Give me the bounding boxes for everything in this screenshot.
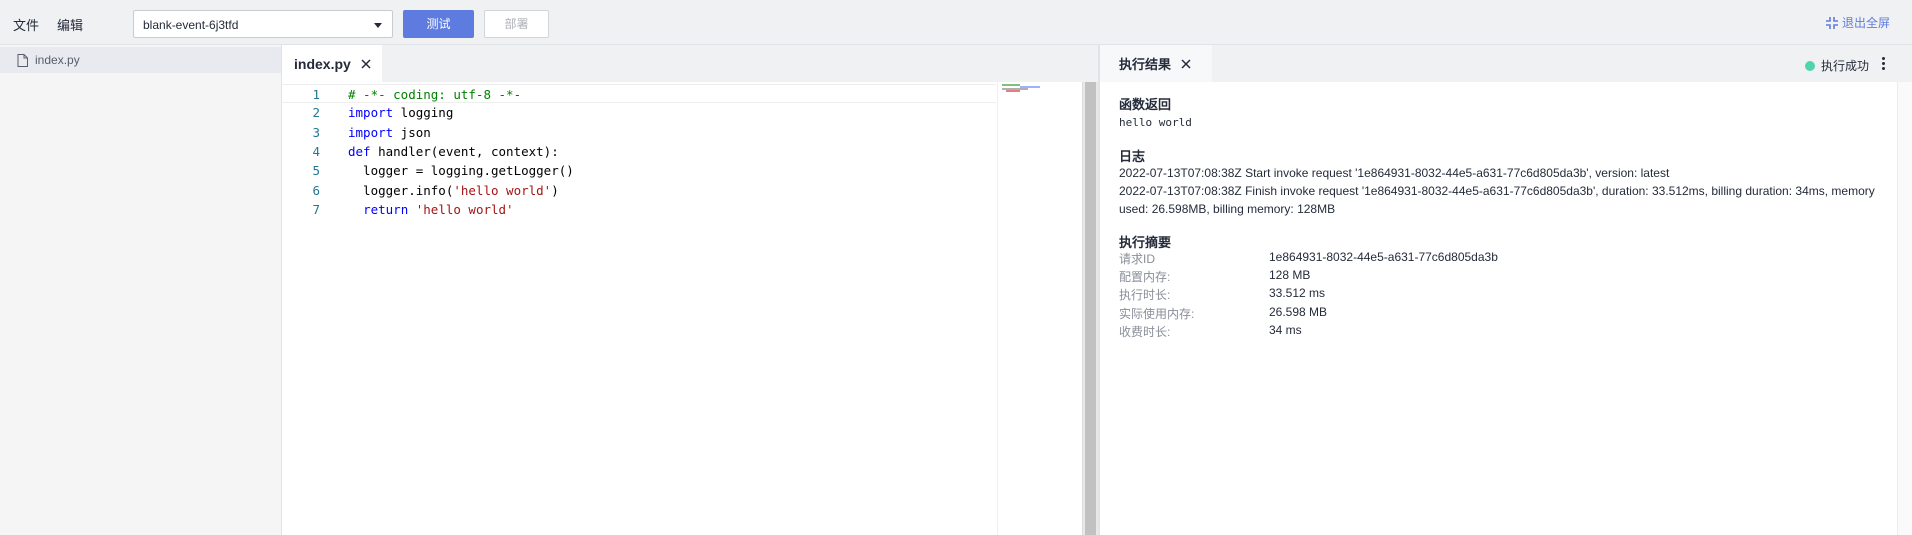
top-toolbar: 文件 编辑 blank-event-6j3tfd 测试 部署 退出全屏 [0, 0, 1912, 45]
code-line[interactable]: 6 logger.info('hello world') [282, 181, 996, 200]
code-line[interactable]: 4 def handler(event, context): [282, 142, 996, 161]
exit-fullscreen-icon [1825, 16, 1838, 29]
code-line[interactable]: 3 import json [282, 123, 996, 142]
test-button[interactable]: 测试 [403, 10, 474, 38]
summary-key: 实际使用内存: [1119, 306, 1195, 321]
line-number: 7 [312, 201, 320, 217]
code-line[interactable]: 2 import logging [282, 103, 996, 122]
more-options-icon[interactable] [1880, 56, 1886, 72]
code-line[interactable]: 7 return 'hello world' [282, 200, 996, 219]
file-icon [17, 53, 28, 67]
exit-fullscreen-button[interactable]: 退出全屏 [1825, 14, 1890, 31]
summary-value: 128 MB [1269, 268, 1311, 283]
line-number: 5 [312, 163, 320, 179]
file-name: index.py [35, 53, 80, 67]
code-token: def [348, 143, 371, 159]
execution-status: 执行成功 [1804, 57, 1869, 74]
code-text: return 'hello world' [348, 200, 514, 219]
result-panel: 函数返回 hello world 日志 2022-07-13T07:08:38Z… [1100, 82, 1912, 535]
code-text: logger = logging.getLogger() [348, 161, 574, 180]
result-tab-bar: 执行结果 执行成功 [1100, 45, 1912, 82]
return-section-title: 函数返回 [1119, 97, 1172, 112]
line-number: 3 [312, 124, 320, 140]
summary-value: 33.512 ms [1269, 286, 1326, 301]
code-line[interactable]: 1 # -*- coding: utf-8 -*- [282, 84, 996, 103]
summary-key: 请求ID [1119, 252, 1156, 266]
code-token: json [393, 124, 431, 140]
deploy-button[interactable]: 部署 [484, 10, 549, 38]
result-scrollbar[interactable] [1897, 82, 1912, 535]
editor-scrollbar[interactable] [1082, 82, 1098, 535]
code-token: logging [393, 105, 454, 121]
success-dot-icon [1804, 60, 1815, 71]
tab-execution-result[interactable]: 执行结果 [1100, 45, 1212, 82]
summary-section-title: 执行摘要 [1119, 235, 1172, 250]
line-number: 4 [312, 143, 320, 159]
chevron-down-icon [374, 23, 382, 28]
summary-key: 收费时长: [1119, 324, 1171, 339]
code-token: # -*- coding: utf-8 -*- [348, 87, 522, 102]
line-number: 1 [312, 87, 320, 102]
editor-tab-label: index.py [294, 55, 351, 72]
log-line: 2022-07-13T07:08:38Z Finish invoke reque… [1119, 184, 1875, 216]
code-line[interactable]: 5 logger = logging.getLogger() [282, 161, 996, 180]
code-text: def handler(event, context): [348, 142, 559, 161]
line-number: 2 [312, 105, 320, 121]
line-number: 6 [312, 182, 320, 198]
editor-scrollbar-thumb[interactable] [1085, 82, 1096, 535]
code-text: import json [348, 123, 431, 142]
summary-key: 执行时长: [1119, 288, 1171, 303]
menu-edit[interactable]: 编辑 [57, 15, 83, 34]
close-icon[interactable] [1181, 58, 1191, 69]
code-text: # -*- coding: utf-8 -*- [348, 85, 521, 104]
test-event-select[interactable]: blank-event-6j3tfd [133, 10, 393, 38]
code-token: ) [551, 182, 559, 198]
code-minimap[interactable] [997, 82, 1082, 535]
log-line: 2022-07-13T07:08:38Z Start invoke reques… [1119, 166, 1670, 180]
log-section-title: 日志 [1119, 149, 1146, 164]
code-token: return [363, 201, 409, 217]
close-icon[interactable] [361, 58, 371, 69]
exit-fullscreen-label: 退出全屏 [1841, 16, 1890, 30]
code-token: import [348, 105, 394, 121]
summary-value: 1e864931-8032-44e5-a631-77c6d805da3b [1269, 250, 1498, 264]
file-tree: index.py [0, 45, 282, 535]
summary-value: 26.598 MB [1269, 304, 1328, 319]
editor-tab-bar: index.py [282, 45, 1098, 82]
return-value: hello world [1119, 116, 1192, 129]
code-text: import logging [348, 103, 453, 122]
code-token: 'hello world' [415, 201, 514, 217]
file-tree-item-index-py[interactable]: index.py [0, 47, 281, 73]
test-event-value: blank-event-6j3tfd [143, 18, 239, 32]
result-tab-label: 执行结果 [1119, 57, 1172, 72]
code-editor[interactable]: 1 # -*- coding: utf-8 -*- 2 import logging 3… [282, 82, 1082, 535]
code-token: logger = logging.getLogger() [348, 163, 574, 179]
editor-tab-index-py[interactable]: index.py [282, 45, 382, 82]
status-text: 执行成功 [1820, 59, 1869, 73]
summary-key: 配置内存: [1119, 270, 1171, 285]
code-token: logger.info( [348, 182, 454, 198]
code-token: 'hello world' [453, 182, 552, 198]
code-token: import [348, 124, 394, 140]
summary-value: 34 ms [1269, 322, 1302, 337]
code-text: logger.info('hello world') [348, 181, 559, 200]
menu-file[interactable]: 文件 [13, 15, 39, 34]
code-token: handler(event, context): [370, 143, 559, 159]
